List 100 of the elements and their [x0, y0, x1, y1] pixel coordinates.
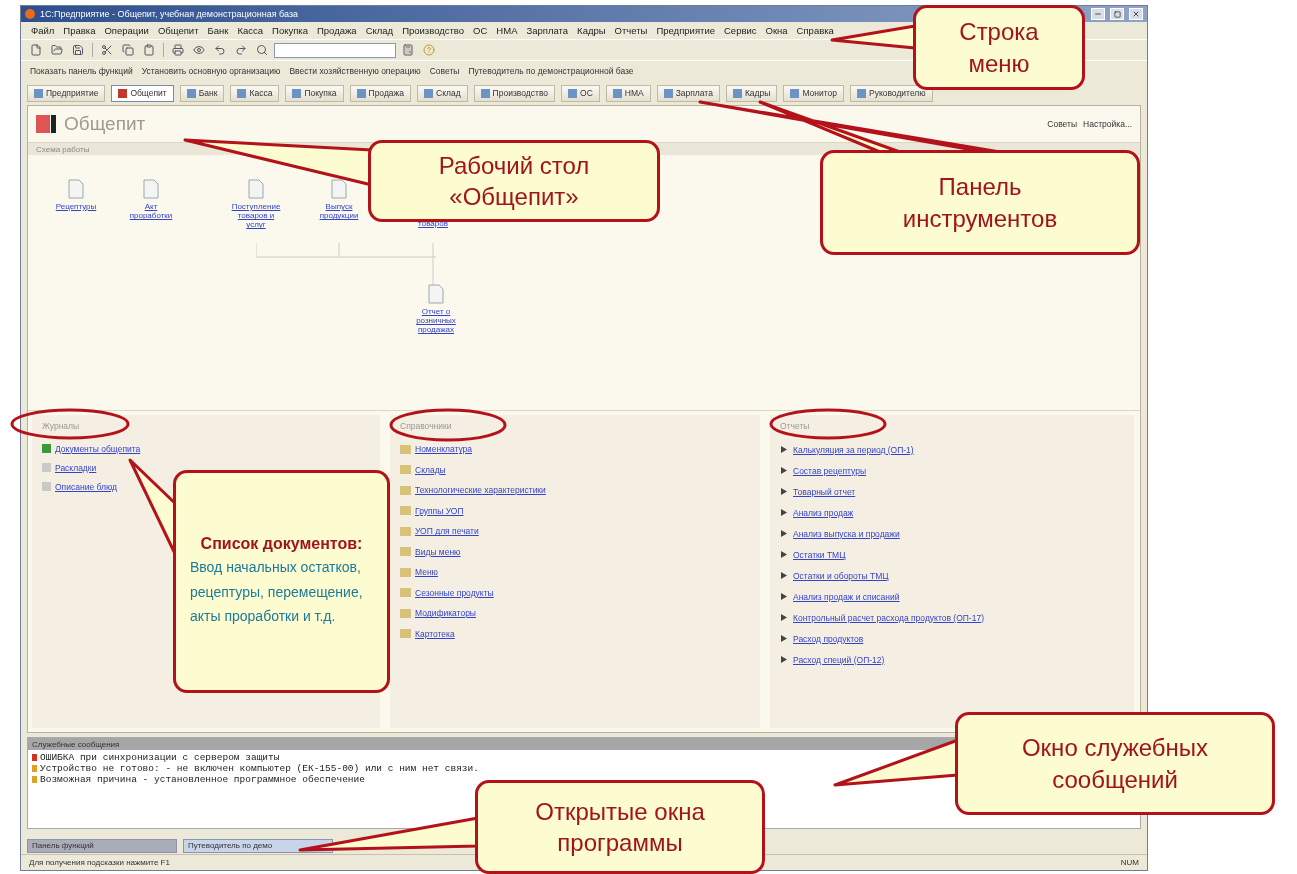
folder-icon — [400, 629, 411, 639]
callout-title: Рабочий стол «Общепит» — [437, 150, 591, 212]
toolbar-action[interactable]: Советы — [426, 63, 463, 79]
section-link[interactable]: Анализ продаж — [793, 507, 854, 518]
document-icon — [143, 179, 159, 199]
callout-title: Окно служебных сообщений — [1020, 733, 1210, 795]
section-link[interactable]: Меню — [415, 567, 438, 578]
journal-icon — [42, 463, 51, 472]
document-icon — [428, 284, 444, 304]
document-icon — [248, 179, 264, 199]
arrow-icon — [780, 487, 789, 496]
folder-icon — [400, 547, 411, 557]
section-title: Отчеты — [780, 421, 811, 431]
header-link[interactable]: Советы — [1047, 119, 1078, 129]
folder-icon — [400, 506, 411, 516]
section-link[interactable]: Описание блюд — [55, 481, 118, 492]
header-link[interactable]: Настройка... — [1083, 119, 1132, 129]
section-tab[interactable]: Общепит — [111, 84, 174, 102]
section-link[interactable]: Раскладки — [55, 462, 97, 473]
folder-icon — [400, 465, 411, 475]
section-link[interactable]: Группы УОП — [415, 505, 464, 516]
section-tab[interactable]: Склад — [417, 84, 468, 102]
folder-icon — [400, 608, 411, 618]
section-link[interactable]: Анализ выпуска и продажи — [793, 528, 900, 539]
section-tab[interactable]: Покупка — [285, 84, 344, 102]
section-link[interactable]: Номенклатура — [415, 444, 473, 455]
print-icon[interactable] — [169, 42, 187, 58]
section-tab[interactable]: Банк — [179, 84, 225, 102]
section-link[interactable]: Контрольный расчет расхода продуктов (ОП-17) — [793, 612, 984, 623]
menu-item[interactable]: Кадры — [577, 25, 606, 36]
section-link[interactable]: Модификаторы — [415, 608, 476, 619]
menu-item[interactable]: Зарплата — [526, 25, 569, 36]
scheme-link[interactable]: Отчет о розничных продажах — [408, 307, 464, 335]
section-link[interactable]: Виды меню — [415, 546, 461, 557]
section-link[interactable]: Сезонные продукты — [415, 587, 494, 598]
menu-item[interactable]: Отчеты — [614, 25, 648, 36]
section-link[interactable]: Документы общепита — [55, 443, 141, 454]
arrow-icon — [780, 592, 789, 601]
menu-item[interactable]: ОС — [473, 25, 488, 36]
document-icon — [68, 179, 84, 199]
folder-icon — [400, 444, 411, 454]
menu-item[interactable]: Правка — [63, 25, 96, 36]
menu-item[interactable]: Файл — [31, 25, 55, 36]
section-link[interactable]: Расход специй (ОП-12) — [793, 654, 885, 665]
section-tab[interactable]: Производство — [473, 84, 556, 102]
scheme-link[interactable]: Выпуск продукции — [311, 202, 367, 221]
section-link[interactable]: Остатки и обороты ТМЦ — [793, 570, 889, 581]
menu-item[interactable]: НМА — [496, 25, 518, 36]
section-tab[interactable]: Зарплата — [656, 84, 720, 102]
section-link[interactable]: Анализ продаж и списаний — [793, 591, 900, 602]
section-tab[interactable]: ОС — [561, 84, 600, 102]
arrow-icon — [780, 571, 789, 580]
section-link[interactable]: УОП для печати — [415, 526, 479, 537]
toolbar-action[interactable]: Путеводитель по демонстрационной базе — [465, 63, 637, 79]
menu-item[interactable]: Окна — [765, 25, 788, 36]
toolbar-action[interactable]: Показать панель функций — [27, 63, 136, 79]
menu-item[interactable]: Покупка — [272, 25, 308, 36]
menu-item[interactable]: Касса — [237, 25, 264, 36]
section-tab[interactable]: Руководителю — [850, 84, 933, 102]
menu-item[interactable]: Предприятие — [656, 25, 715, 36]
section-tab[interactable]: Касса — [230, 84, 280, 102]
menu-item[interactable]: Продажа — [317, 25, 357, 36]
section-link[interactable]: Технологические характеристики — [415, 485, 546, 496]
menu-item[interactable]: Сервис — [724, 25, 757, 36]
arrow-icon — [780, 655, 789, 664]
section-link[interactable]: Товарный отчет — [793, 486, 856, 497]
section-tab[interactable]: НМА — [605, 84, 651, 102]
window-tab[interactable]: Путеводитель по демо — [183, 838, 333, 853]
menu-item[interactable]: Склад — [365, 25, 394, 36]
journal-icon — [42, 444, 51, 453]
section-tab[interactable]: Монитор — [783, 84, 844, 102]
scheme-link[interactable]: Акт проработки — [123, 202, 179, 221]
scheme-link[interactable]: Рецептуры — [55, 202, 97, 212]
app-icon — [25, 9, 35, 19]
section-link[interactable]: Картотека — [415, 628, 455, 639]
section-link[interactable]: Калькуляция за период (ОП-1) — [793, 444, 914, 455]
toolbar-action[interactable]: Ввести хозяйственную операцию — [286, 63, 424, 79]
open-folder-icon[interactable] — [48, 42, 66, 58]
section-link[interactable]: Расход продуктов — [793, 633, 864, 644]
copy-icon[interactable] — [119, 42, 137, 58]
section-link[interactable]: Остатки ТМЦ — [793, 549, 846, 560]
menu-item[interactable]: Общепит — [157, 25, 199, 36]
section-tab[interactable]: Продажа — [349, 84, 411, 102]
section-tab[interactable]: Предприятие — [27, 84, 106, 102]
scheme-link[interactable]: товаров — [418, 219, 448, 229]
journal-icon — [42, 482, 51, 491]
section-link[interactable]: Состав рецептуры — [793, 465, 867, 476]
menu-item[interactable]: Операции — [104, 25, 149, 36]
window-tab[interactable]: Панель функций — [27, 838, 177, 853]
section-link[interactable]: Склады — [415, 464, 446, 475]
search-field[interactable] — [274, 42, 396, 58]
menu-item[interactable]: Банк — [207, 25, 229, 36]
status-hint: Для получения подсказки нажмите F1 — [29, 858, 170, 867]
callout-title: Панель инструментов — [901, 172, 1059, 234]
menu-item[interactable]: Производство — [402, 25, 465, 36]
arrow-icon — [780, 634, 789, 643]
section-tab[interactable]: Кадры — [725, 84, 778, 102]
menu-item[interactable]: Справка — [796, 25, 834, 36]
toolbar-action[interactable]: Установить основную организацию — [138, 63, 284, 79]
scheme-link[interactable]: Поступление товаров и услуг — [228, 202, 284, 230]
